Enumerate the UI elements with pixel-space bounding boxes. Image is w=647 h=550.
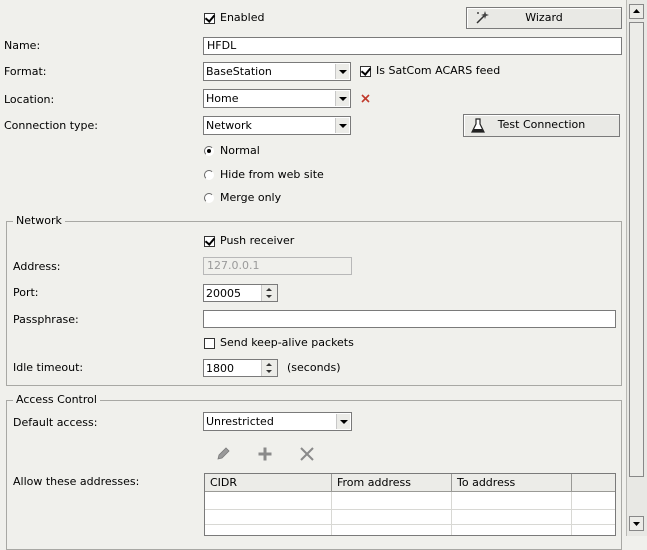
- idle-unit-label: (seconds): [287, 361, 341, 374]
- allow-addresses-label: Allow these addresses:: [13, 475, 140, 488]
- radio-merge-label: Merge only: [220, 191, 282, 204]
- push-receiver-label: Push receiver: [220, 234, 295, 247]
- radio-hide-label: Hide from web site: [220, 168, 324, 181]
- red-x-icon[interactable]: [360, 93, 371, 104]
- enabled-label: Enabled: [220, 11, 265, 24]
- plus-icon[interactable]: [257, 446, 273, 462]
- port-value: 20005: [206, 287, 241, 300]
- addresses-table[interactable]: CIDR From address To address: [204, 473, 616, 536]
- keepalive-label: Send keep-alive packets: [220, 336, 354, 349]
- column-header-to-address[interactable]: To address: [452, 474, 572, 492]
- pencil-icon[interactable]: [215, 446, 231, 462]
- satcom-checkbox[interactable]: [360, 66, 371, 77]
- grid-line: [451, 492, 452, 535]
- scroll-down-button[interactable]: [629, 516, 644, 531]
- spin-buttons[interactable]: [261, 285, 277, 301]
- passphrase-label: Passphrase:: [13, 313, 79, 326]
- access-control-title: Access Control: [13, 393, 100, 406]
- test-connection-label: Test Connection: [497, 118, 586, 131]
- name-label: Name:: [4, 39, 41, 52]
- address-input[interactable]: 127.0.0.1: [203, 257, 352, 275]
- radio-merge-only[interactable]: [204, 193, 214, 203]
- name-input[interactable]: HFDL: [203, 37, 622, 55]
- push-receiver-checkbox[interactable]: [204, 236, 215, 247]
- location-label: Location:: [4, 93, 55, 106]
- passphrase-input[interactable]: [203, 310, 616, 328]
- address-label: Address:: [13, 260, 61, 273]
- arrow-down-icon: [633, 522, 640, 526]
- scroll-up-button[interactable]: [629, 4, 644, 19]
- idle-timeout-value: 1800: [206, 362, 234, 375]
- spin-buttons[interactable]: [261, 360, 277, 376]
- column-header-cidr[interactable]: CIDR: [205, 474, 332, 492]
- chevron-down-icon[interactable]: [335, 91, 349, 106]
- scroll-thumb[interactable]: [629, 22, 644, 477]
- location-select[interactable]: Home: [203, 89, 351, 108]
- keepalive-checkbox[interactable]: [204, 338, 215, 349]
- format-value: BaseStation: [206, 65, 272, 78]
- network-group-title: Network: [13, 214, 65, 227]
- idle-timeout-label: Idle timeout:: [13, 361, 84, 374]
- connection-type-value: Network: [206, 119, 252, 132]
- enabled-checkbox[interactable]: [204, 13, 215, 24]
- wizard-label: Wizard: [525, 11, 563, 24]
- radio-normal[interactable]: [204, 146, 214, 156]
- grid-line: [331, 492, 332, 535]
- port-label: Port:: [13, 286, 39, 299]
- format-label: Format:: [4, 65, 47, 78]
- format-select[interactable]: BaseStation: [203, 62, 351, 81]
- grid-line: [571, 492, 572, 535]
- location-value: Home: [206, 92, 239, 105]
- connection-type-select[interactable]: Network: [203, 116, 351, 135]
- grid-line: [205, 509, 615, 510]
- idle-timeout-stepper[interactable]: 1800: [203, 359, 278, 377]
- flask-icon: [471, 118, 485, 133]
- wizard-button[interactable]: Wizard: [466, 7, 622, 29]
- column-header-from-address[interactable]: From address: [332, 474, 452, 492]
- wand-icon: [476, 11, 489, 24]
- test-connection-button[interactable]: Test Connection: [463, 114, 620, 137]
- column-header-filler: [572, 474, 615, 492]
- default-access-label: Default access:: [13, 416, 98, 429]
- connection-type-label: Connection type:: [4, 119, 99, 132]
- vertical-scrollbar[interactable]: [626, 0, 647, 536]
- default-access-select[interactable]: Unrestricted: [203, 412, 352, 431]
- x-icon[interactable]: [299, 446, 315, 462]
- chevron-down-icon[interactable]: [335, 118, 349, 133]
- chevron-down-icon[interactable]: [335, 64, 349, 79]
- default-access-value: Unrestricted: [206, 415, 274, 428]
- radio-hide-from-web-site[interactable]: [204, 170, 214, 180]
- arrow-up-icon: [633, 9, 640, 13]
- satcom-label: Is SatCom ACARS feed: [376, 64, 501, 77]
- radio-normal-label: Normal: [220, 144, 260, 157]
- port-stepper[interactable]: 20005: [203, 284, 278, 302]
- grid-line: [205, 524, 615, 525]
- chevron-down-icon[interactable]: [336, 414, 350, 429]
